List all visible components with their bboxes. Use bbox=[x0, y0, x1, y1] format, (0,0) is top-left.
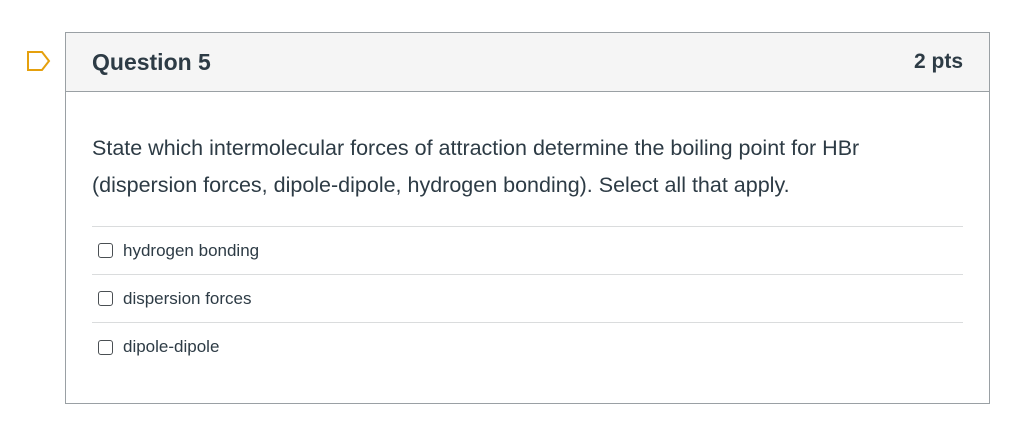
answer-label[interactable]: hydrogen bonding bbox=[123, 241, 259, 261]
answer-label[interactable]: dipole-dipole bbox=[123, 337, 219, 357]
question-points: 2 pts bbox=[913, 50, 963, 73]
question-header: Question 5 2 pts bbox=[66, 33, 989, 92]
question-body: State which intermolecular forces of att… bbox=[66, 92, 989, 371]
flag-question-icon[interactable] bbox=[26, 50, 52, 72]
answer-label[interactable]: dispersion forces bbox=[123, 289, 252, 309]
answer-option-dipole-dipole[interactable]: dipole-dipole bbox=[92, 323, 963, 371]
answer-checkbox[interactable] bbox=[98, 339, 113, 355]
question-text: State which intermolecular forces of att… bbox=[92, 136, 860, 197]
answer-checkbox[interactable] bbox=[98, 243, 113, 258]
question-card: Question 5 2 pts State which intermolecu… bbox=[65, 32, 990, 404]
answer-option-hydrogen-bonding[interactable]: hydrogen bonding bbox=[92, 227, 963, 275]
answer-option-dispersion-forces[interactable]: dispersion forces bbox=[92, 275, 963, 323]
question-title: Question 5 bbox=[92, 48, 211, 75]
answer-list: hydrogen bonding dispersion forces dipol… bbox=[92, 226, 963, 371]
answer-checkbox[interactable] bbox=[98, 291, 113, 306]
